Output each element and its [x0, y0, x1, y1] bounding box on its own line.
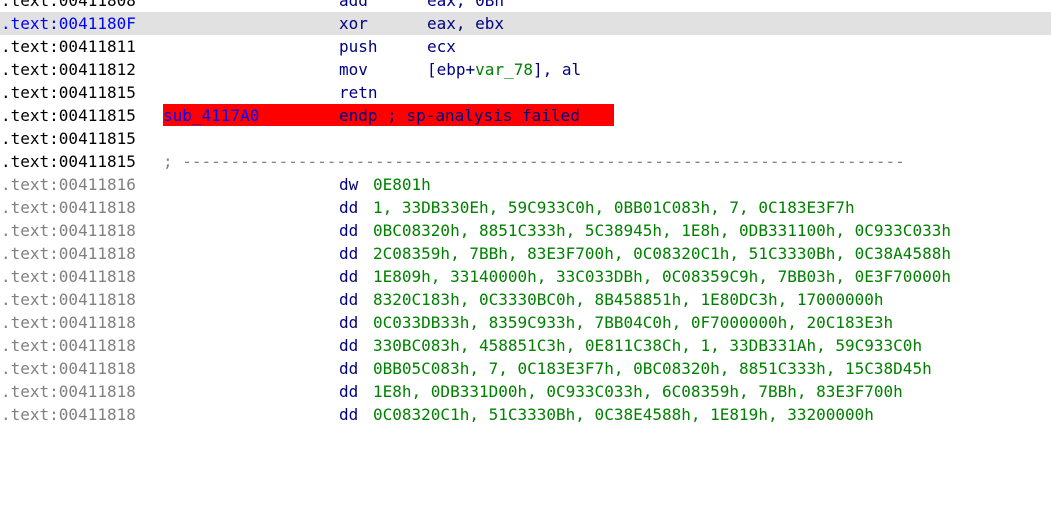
stack-variable-name[interactable]: var_78 [475, 60, 533, 79]
instruction-operands[interactable]: eax, 0Bh [427, 0, 504, 12]
data-values[interactable]: 0C033DB33h, 8359C933h, 7BB04C0h, 0F70000… [373, 311, 893, 334]
data-directive[interactable]: dd [339, 311, 358, 334]
line-address[interactable]: .text:00411818 [1, 357, 136, 380]
data-values[interactable]: 0C08320C1h, 51C3330Bh, 0C38E4588h, 1E819… [373, 403, 874, 426]
data-values[interactable]: 0BC08320h, 8851C333h, 5C38945h, 1E8h, 0D… [373, 219, 951, 242]
separator-comment: ; --------------------------------------… [163, 152, 905, 171]
line-address[interactable]: .text:00411818 [1, 242, 136, 265]
line-address[interactable]: .text:00411818 [1, 380, 136, 403]
data-values[interactable]: 1E809h, 33140000h, 33C033DBh, 0C08359C9h… [373, 265, 951, 288]
data-values[interactable]: 8320C183h, 0C3330BC0h, 8B458851h, 1E80DC… [373, 288, 884, 311]
line-address[interactable]: .text:00411818 [1, 219, 136, 242]
data-directive[interactable]: dd [339, 265, 358, 288]
listing-line-blank[interactable]: .text:00411815 [0, 127, 1051, 150]
data-values[interactable]: 0E801h [373, 173, 431, 196]
line-address[interactable]: .text:00411818 [1, 265, 136, 288]
line-address[interactable]: .text:00411818 [1, 311, 136, 334]
line-address[interactable]: .text:00411818 [1, 288, 136, 311]
data-directive[interactable]: dd [339, 196, 358, 219]
endp-directive: endp ; sp-analysis failed [339, 106, 580, 125]
function-label[interactable]: sub_4117A0 [163, 104, 259, 127]
listing-line-data[interactable]: .text:00411816 dw 0E801h [0, 173, 1051, 196]
instruction-mnemonic[interactable]: mov [339, 58, 368, 81]
line-address[interactable]: .text:00411812 [1, 58, 136, 81]
line-address[interactable]: .text:00411818 [1, 403, 136, 426]
data-values[interactable]: 1E8h, 0DB331D00h, 0C933C033h, 6C08359h, … [373, 380, 903, 403]
data-directive[interactable]: dd [339, 288, 358, 311]
data-directive[interactable]: dd [339, 242, 358, 265]
listing-line-code[interactable]: .text:00411812 mov [ebp+var_78], al [0, 58, 1051, 81]
listing-line-data[interactable]: .text:00411818 dd 0C08320C1h, 51C3330Bh,… [0, 403, 1051, 426]
data-directive[interactable]: dd [339, 403, 358, 426]
listing-line-endp[interactable]: .text:00411815 sub_4117A0 endp ; sp-anal… [0, 104, 1051, 127]
line-address[interactable]: .text:00411815 [1, 104, 136, 127]
disassembly-listing[interactable]: .text:00411808 add eax, 0Bh .text:004118… [0, 0, 1051, 426]
instruction-mnemonic[interactable]: xor [339, 12, 368, 35]
data-directive[interactable]: dd [339, 380, 358, 403]
listing-line-data[interactable]: .text:00411818 dd 0C033DB33h, 8359C933h,… [0, 311, 1051, 334]
data-values[interactable]: 330BC083h, 458851C3h, 0E811C38Ch, 1, 33D… [373, 334, 922, 357]
line-address[interactable]: .text:00411816 [1, 173, 136, 196]
operand-text: ], al [532, 60, 582, 79]
listing-line-data[interactable]: .text:00411818 dd 1, 33DB330Eh, 59C933C0… [0, 196, 1051, 219]
line-address[interactable]: .text:00411815 [1, 81, 136, 104]
data-directive[interactable]: dd [339, 357, 358, 380]
listing-line-data[interactable]: .text:00411818 dd 1E8h, 0DB331D00h, 0C93… [0, 380, 1051, 403]
line-address[interactable]: .text:00411811 [1, 35, 136, 58]
listing-line-data[interactable]: .text:00411818 dd 8320C183h, 0C3330BC0h,… [0, 288, 1051, 311]
listing-line-code[interactable]: .text:00411808 add eax, 0Bh [0, 0, 1051, 12]
line-address[interactable]: .text:00411815 [1, 127, 136, 150]
data-values[interactable]: 0BB05C083h, 7, 0C183E3F7h, 0BC08320h, 88… [373, 357, 932, 380]
listing-line-code[interactable]: .text:00411811 push ecx [0, 35, 1051, 58]
listing-line-current[interactable]: .text:0041180F xor eax, ebx [0, 12, 1051, 35]
listing-line-data[interactable]: .text:00411818 dd 2C08359h, 7BBh, 83E3F7… [0, 242, 1051, 265]
line-address[interactable]: .text:00411818 [1, 196, 136, 219]
instruction-mnemonic[interactable]: add [339, 0, 368, 12]
instruction-operands[interactable]: ecx [427, 35, 456, 58]
listing-line-data[interactable]: .text:00411818 dd 330BC083h, 458851C3h, … [0, 334, 1051, 357]
instruction-mnemonic[interactable]: retn [339, 81, 378, 104]
line-address[interactable]: .text:0041180F [1, 12, 136, 35]
listing-line-data[interactable]: .text:00411818 dd 0BC08320h, 8851C333h, … [0, 219, 1051, 242]
data-directive[interactable]: dw [339, 173, 358, 196]
instruction-operands[interactable]: eax, ebx [427, 12, 504, 35]
data-directive[interactable]: dd [339, 219, 358, 242]
line-address[interactable]: .text:00411815 [1, 150, 136, 173]
data-values[interactable]: 1, 33DB330Eh, 59C933C0h, 0BB01C083h, 7, … [373, 196, 855, 219]
listing-line-code[interactable]: .text:00411815 retn [0, 81, 1051, 104]
listing-line-separator[interactable]: .text:00411815 ; -----------------------… [0, 150, 1051, 173]
data-directive[interactable]: dd [339, 334, 358, 357]
operand-text: [ebp+ [427, 60, 476, 79]
listing-line-data[interactable]: .text:00411818 dd 0BB05C083h, 7, 0C183E3… [0, 357, 1051, 380]
data-values[interactable]: 2C08359h, 7BBh, 83E3F700h, 0C08320C1h, 5… [373, 242, 951, 265]
line-address[interactable]: .text:00411818 [1, 334, 136, 357]
instruction-mnemonic[interactable]: push [339, 35, 378, 58]
listing-line-data[interactable]: .text:00411818 dd 1E809h, 33140000h, 33C… [0, 265, 1051, 288]
instruction-operands[interactable]: [ebp+var_78], al [427, 58, 581, 81]
line-address[interactable]: .text:00411808 [1, 0, 136, 12]
